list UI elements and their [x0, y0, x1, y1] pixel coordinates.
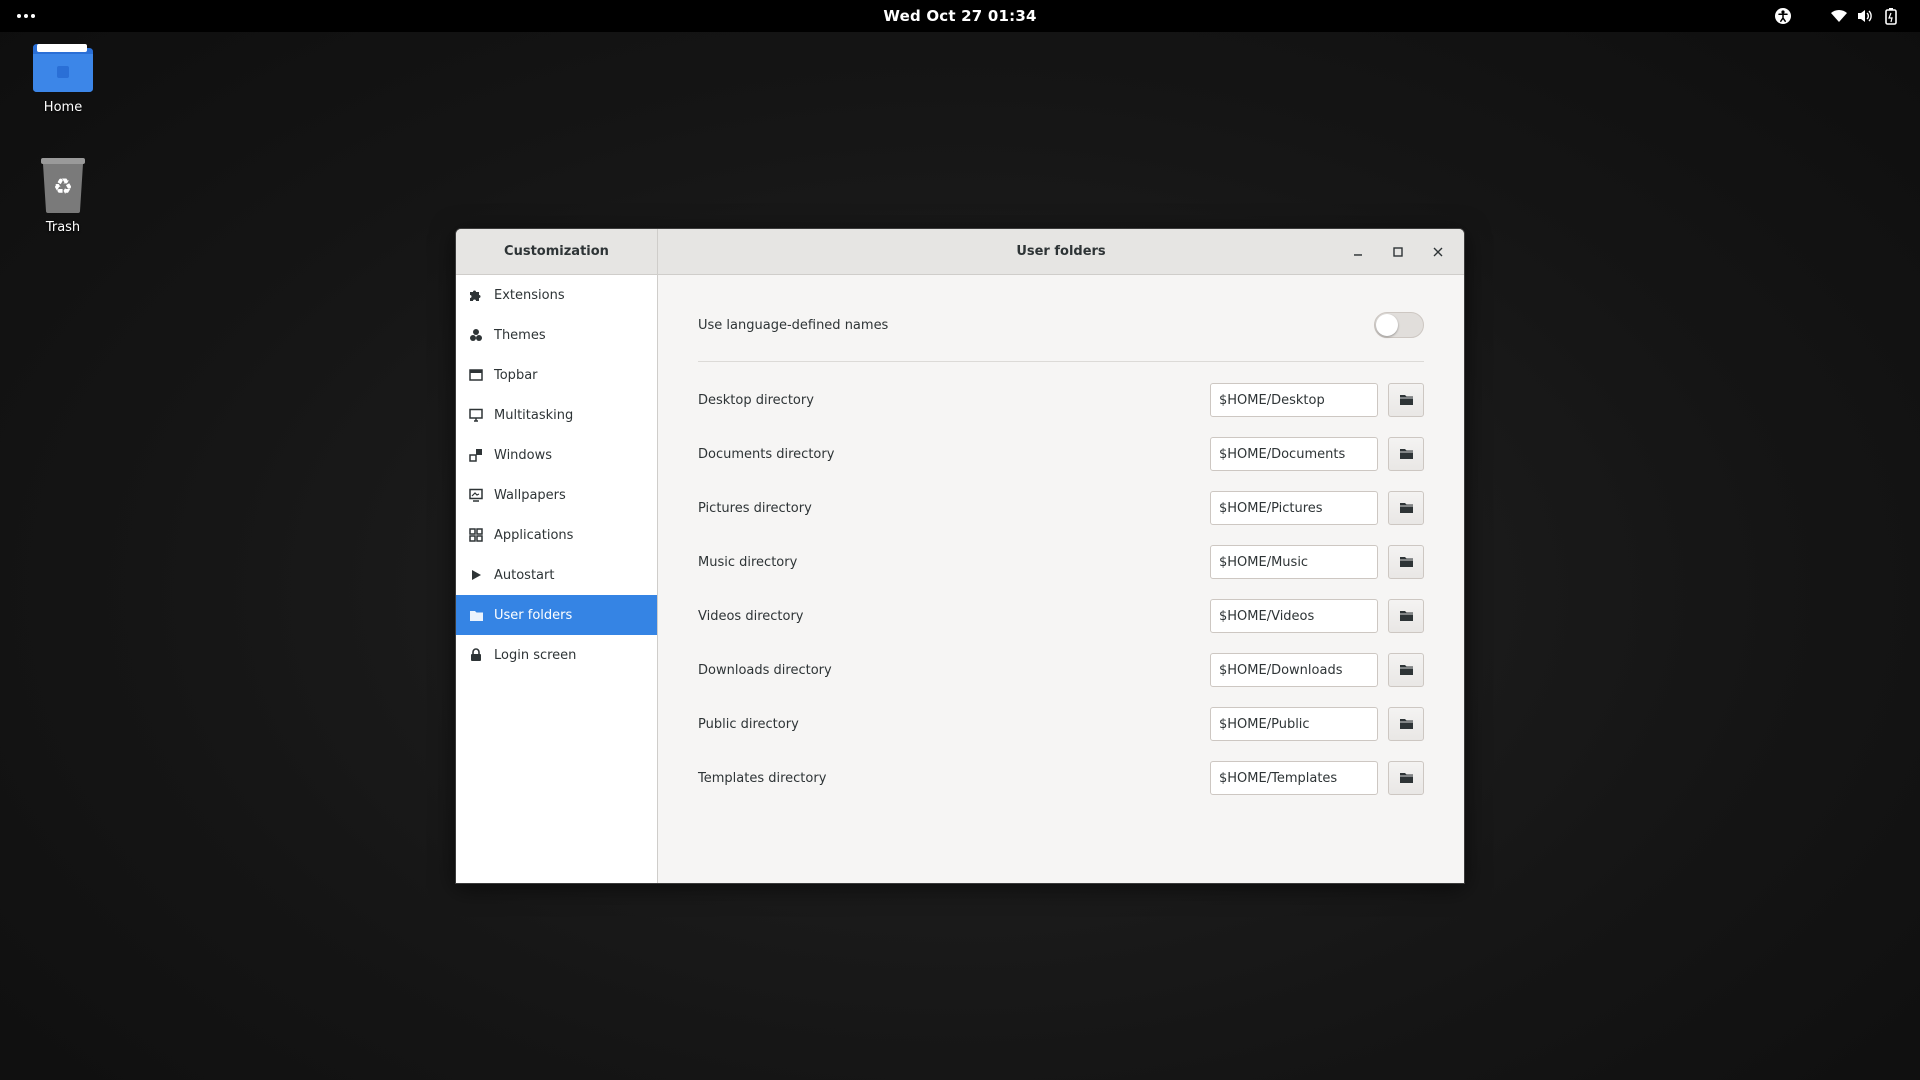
- music-directory-browse-button[interactable]: [1388, 545, 1424, 579]
- topbar-icon: [468, 367, 484, 383]
- documents-directory-field[interactable]: [1210, 437, 1378, 471]
- desktop-directory-field[interactable]: [1210, 383, 1378, 417]
- puzzle-icon: [468, 287, 484, 303]
- downloads-directory-row: Downloads directory: [698, 653, 1424, 687]
- directory-label: Documents directory: [698, 446, 835, 462]
- pictures-directory-field[interactable]: [1210, 491, 1378, 525]
- videos-directory-field[interactable]: [1210, 599, 1378, 633]
- monitor-icon: [468, 407, 484, 423]
- sidebar-item-multitasking[interactable]: Multitasking: [456, 395, 657, 435]
- downloads-directory-field[interactable]: [1210, 653, 1378, 687]
- tweaks-window: Customization User folders Extensions Th…: [455, 228, 1465, 884]
- sidebar-item-label: Windows: [494, 447, 553, 463]
- folder-icon: [1399, 449, 1413, 459]
- documents-directory-row: Documents directory: [698, 437, 1424, 471]
- directory-label: Downloads directory: [698, 662, 832, 678]
- sidebar-item-login-screen[interactable]: Login screen: [456, 635, 657, 675]
- sidebar-item-label: Autostart: [494, 567, 555, 583]
- volume-icon[interactable]: [1856, 6, 1874, 26]
- documents-directory-browse-button[interactable]: [1388, 437, 1424, 471]
- trash-icon: ♻: [41, 158, 85, 213]
- pictures-directory-row: Pictures directory: [698, 491, 1424, 525]
- public-directory-row: Public directory: [698, 707, 1424, 741]
- windows-icon: [468, 447, 484, 463]
- sidebar-item-label: Applications: [494, 527, 574, 543]
- sidebar-item-label: Login screen: [494, 647, 577, 663]
- folder-icon: [1399, 557, 1413, 567]
- close-icon: [1433, 247, 1443, 257]
- palette-icon: [468, 327, 484, 343]
- top-bar: Wed Oct 27 01:34: [0, 0, 1920, 32]
- accessibility-icon[interactable]: [1774, 6, 1792, 26]
- divider: [698, 361, 1424, 362]
- wallpaper-icon: [468, 487, 484, 503]
- directory-label: Music directory: [698, 554, 798, 570]
- music-directory-row: Music directory: [698, 545, 1424, 579]
- directory-label: Templates directory: [698, 770, 827, 786]
- folder-icon: [1399, 665, 1413, 675]
- sidebar-item-label: Wallpapers: [494, 487, 566, 503]
- desktop-directory-row: Desktop directory: [698, 383, 1424, 417]
- lock-icon: [468, 647, 484, 663]
- user-folders-panel: Use language-defined names Desktop direc…: [658, 275, 1464, 883]
- close-button[interactable]: [1428, 242, 1448, 262]
- sidebar-item-label: Topbar: [494, 367, 538, 383]
- sidebar-item-label: User folders: [494, 607, 573, 623]
- folder-icon: [468, 607, 484, 623]
- grid-icon: [468, 527, 484, 543]
- battery-icon[interactable]: [1884, 6, 1898, 26]
- folder-icon: [1399, 503, 1413, 513]
- templates-directory-row: Templates directory: [698, 761, 1424, 795]
- desktop-home[interactable]: Home: [15, 42, 111, 115]
- folder-icon: [1399, 395, 1413, 405]
- desktop-icon-label: Home: [43, 100, 83, 115]
- language-names-switch[interactable]: [1374, 312, 1424, 338]
- sidebar-item-applications[interactable]: Applications: [456, 515, 657, 555]
- sidebar-item-topbar[interactable]: Topbar: [456, 355, 657, 395]
- desktop-directory-browse-button[interactable]: [1388, 383, 1424, 417]
- directory-label: Desktop directory: [698, 392, 814, 408]
- page-title: User folders: [1016, 244, 1106, 259]
- svg-text:♻: ♻: [53, 175, 73, 200]
- sidebar-item-extensions[interactable]: Extensions: [456, 275, 657, 315]
- sidebar-item-label: Themes: [494, 327, 546, 343]
- directory-label: Public directory: [698, 716, 799, 732]
- folder-icon: [1399, 719, 1413, 729]
- sidebar-item-label: Extensions: [494, 287, 565, 303]
- videos-directory-row: Videos directory: [698, 599, 1424, 633]
- sidebar-item-label: Multitasking: [494, 407, 574, 423]
- sidebar-item-user-folders[interactable]: User folders: [456, 595, 657, 635]
- sidebar-title: Customization: [456, 229, 658, 275]
- sidebar-item-windows[interactable]: Windows: [456, 435, 657, 475]
- folder-icon: [1399, 611, 1413, 621]
- wifi-icon[interactable]: [1830, 6, 1848, 26]
- music-directory-field[interactable]: [1210, 545, 1378, 579]
- pictures-directory-browse-button[interactable]: [1388, 491, 1424, 525]
- clock[interactable]: Wed Oct 27 01:34: [0, 7, 1920, 25]
- public-directory-field[interactable]: [1210, 707, 1378, 741]
- maximize-icon: [1393, 247, 1403, 257]
- folder-icon: [1399, 773, 1413, 783]
- minimize-icon: [1354, 254, 1362, 256]
- play-icon: [468, 567, 484, 583]
- directory-label: Pictures directory: [698, 500, 812, 516]
- maximize-button[interactable]: [1388, 242, 1408, 262]
- templates-directory-browse-button[interactable]: [1388, 761, 1424, 795]
- sidebar-item-wallpapers[interactable]: Wallpapers: [456, 475, 657, 515]
- sidebar: Extensions Themes Topbar Multitasking Wi…: [456, 275, 658, 883]
- templates-directory-field[interactable]: [1210, 761, 1378, 795]
- downloads-directory-browse-button[interactable]: [1388, 653, 1424, 687]
- videos-directory-browse-button[interactable]: [1388, 599, 1424, 633]
- desktop-trash[interactable]: ♻ Trash: [15, 156, 111, 235]
- public-directory-browse-button[interactable]: [1388, 707, 1424, 741]
- language-names-label: Use language-defined names: [698, 317, 889, 333]
- desktop-icon-label: Trash: [45, 220, 81, 235]
- directory-label: Videos directory: [698, 608, 804, 624]
- folder-home-icon: [33, 44, 93, 92]
- sidebar-item-autostart[interactable]: Autostart: [456, 555, 657, 595]
- minimize-button[interactable]: [1348, 242, 1368, 262]
- language-names-row: Use language-defined names: [698, 305, 1424, 345]
- sidebar-item-themes[interactable]: Themes: [456, 315, 657, 355]
- page-title-bar: User folders: [658, 229, 1464, 275]
